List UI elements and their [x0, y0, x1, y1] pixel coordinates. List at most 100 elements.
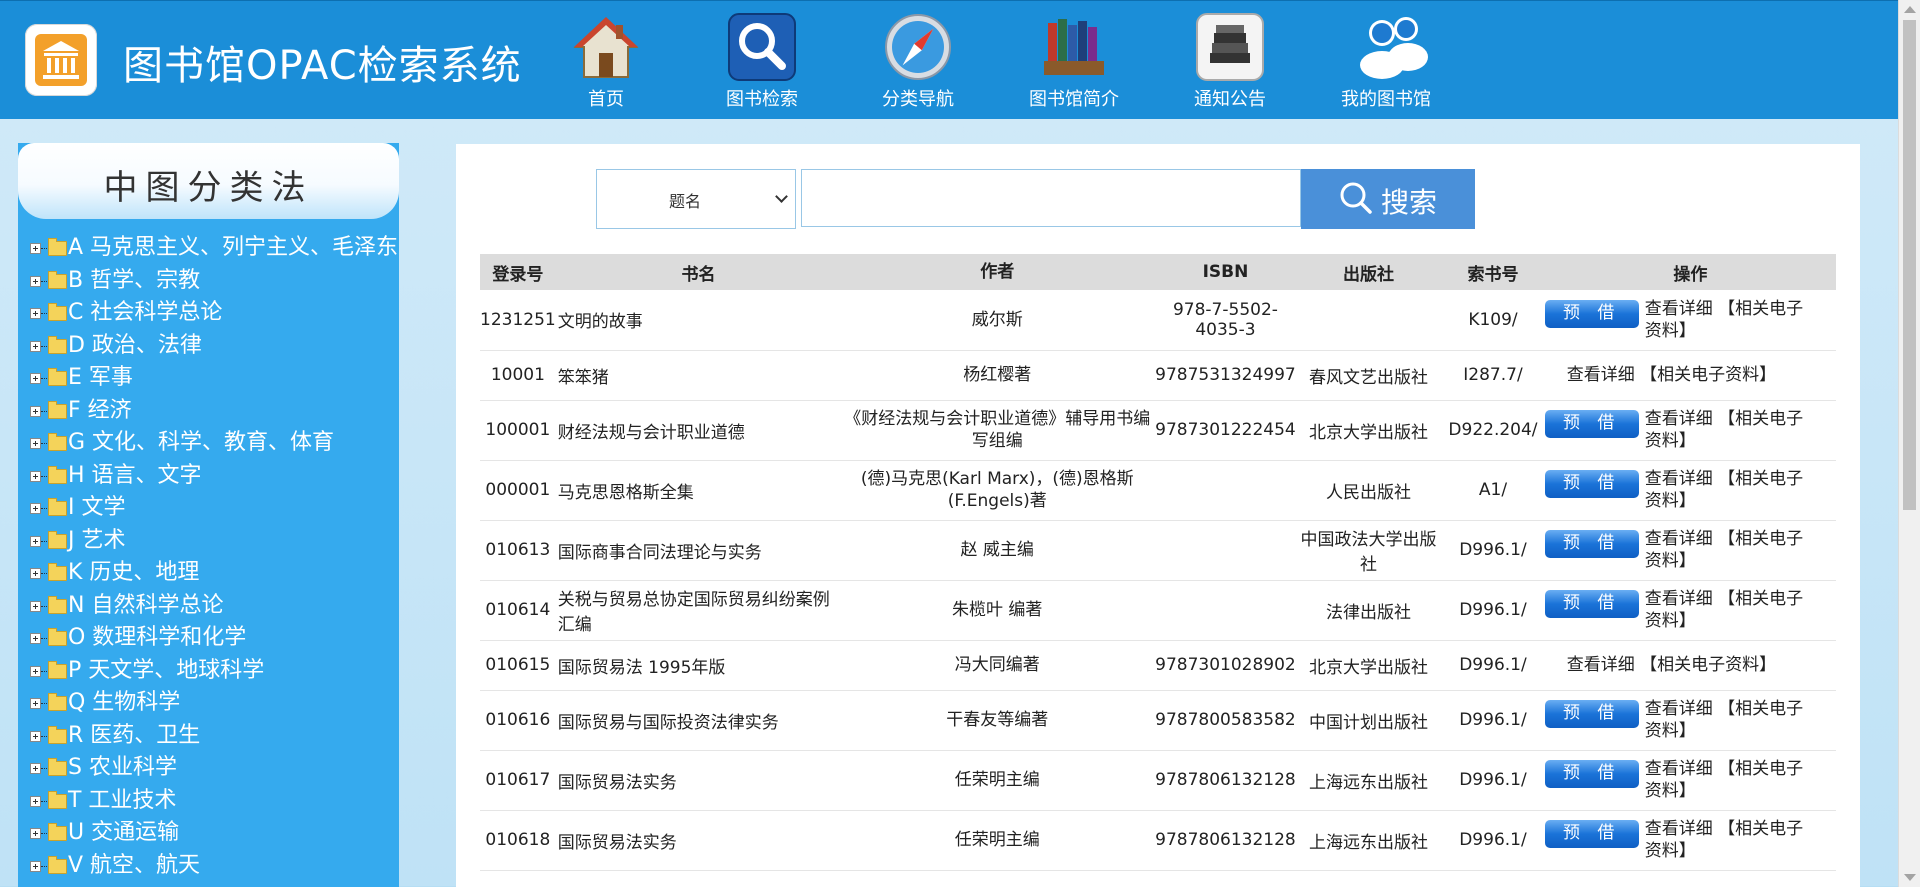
expand-plus-icon[interactable]	[30, 243, 41, 254]
category-item[interactable]: B 哲学、宗教	[30, 266, 399, 299]
table-row: 010615 国际贸易法 1995年版 冯大同编著 9787301028902 北京大学…	[480, 640, 1836, 691]
borrow-button[interactable]: 预 借	[1544, 820, 1639, 848]
borrow-button[interactable]: 预 借	[1544, 760, 1639, 788]
cell-actions: 查看详细 【相关电子资料】	[1544, 640, 1836, 691]
expand-plus-icon[interactable]	[30, 438, 41, 449]
borrow-button[interactable]: 预 借	[1544, 590, 1639, 618]
category-item[interactable]: U 交通运输	[30, 818, 399, 851]
expand-plus-icon[interactable]	[30, 795, 41, 807]
expand-plus-icon[interactable]	[30, 568, 41, 579]
detail-link[interactable]: 查看详细 【相关电子资料】	[1645, 408, 1815, 452]
expand-plus-icon[interactable]	[30, 535, 41, 547]
category-item[interactable]: P 天文学、地球科学	[30, 656, 399, 689]
cell-actions: 预 借查看详细 【相关电子资料】	[1544, 750, 1836, 811]
cell-author: 朱榄叶 编著	[839, 580, 1156, 641]
search-field-select[interactable]: 题名	[596, 169, 796, 229]
category-label: R 医药、卫生	[68, 722, 201, 748]
borrow-button[interactable]: 预 借	[1544, 410, 1639, 438]
cell-title[interactable]: 关税与贸易总协定国际贸易纠纷案例汇编	[555, 580, 840, 641]
page-scrollbar[interactable]	[1898, 0, 1920, 887]
expand-plus-icon[interactable]	[30, 503, 41, 514]
category-item[interactable]: O 数理科学和化学	[30, 623, 399, 656]
expand-plus-icon[interactable]	[30, 633, 41, 644]
scroll-thumb[interactable]	[1903, 20, 1916, 510]
category-item[interactable]: F 经济	[30, 396, 399, 429]
borrow-button[interactable]: 预 借	[1544, 299, 1639, 328]
expand-plus-icon[interactable]	[30, 730, 41, 742]
cell-title[interactable]: 国际贸易法实务	[555, 810, 840, 871]
category-item[interactable]: I 文学	[30, 493, 399, 526]
cell-title[interactable]: 财经法规与会计职业道德	[555, 400, 840, 461]
category-item[interactable]: G 文化、科学、教育、体育	[30, 428, 399, 461]
category-item[interactable]: D 政治、法律	[30, 331, 399, 364]
tree-connector	[41, 670, 47, 672]
table-row: 000001 马克思恩格斯全集 (德)马克思(Karl Marx)，(德)恩格斯(F…	[480, 460, 1836, 521]
nav-notice[interactable]: 通知公告	[1170, 13, 1290, 113]
col-header-title: 书名	[555, 254, 840, 290]
category-item[interactable]: J 艺术	[30, 526, 399, 559]
chevron-down-icon	[775, 190, 788, 203]
cell-isbn: 978-7-5502-4035-3	[1155, 290, 1296, 351]
search-button[interactable]: 搜索	[1301, 169, 1475, 229]
folder-icon	[48, 530, 67, 549]
cell-title[interactable]: 笨笨猪	[555, 350, 840, 401]
detail-link[interactable]: 查看详细 【相关电子资料】	[1645, 528, 1815, 572]
detail-link[interactable]: 查看详细 【相关电子资料】	[1567, 655, 1776, 675]
scroll-down-icon[interactable]	[1904, 874, 1916, 881]
expand-plus-icon[interactable]	[30, 373, 41, 384]
expand-plus-icon[interactable]	[30, 308, 41, 319]
cell-actions: 预 借查看详细 【相关电子资料】	[1544, 400, 1836, 461]
expand-plus-icon[interactable]	[30, 860, 41, 872]
detail-link[interactable]: 查看详细 【相关电子资料】	[1567, 365, 1776, 385]
category-item[interactable]: R 医药、卫生	[30, 721, 399, 754]
category-item[interactable]: A 马克思主义、列宁主义、毛泽东思想、邓小平理论	[30, 233, 399, 266]
expand-plus-icon[interactable]	[30, 698, 41, 709]
detail-link[interactable]: 查看详细 【相关电子资料】	[1645, 588, 1815, 632]
cell-title[interactable]: 国际贸易与国际投资法律实务	[555, 690, 840, 751]
expand-plus-icon[interactable]	[30, 763, 41, 774]
nav-book-search[interactable]: 图书检索	[702, 13, 822, 113]
table-header-row: 登录号 书名 作者 ISBN 出版社 索书号 操作	[480, 254, 1836, 290]
borrow-button[interactable]: 预 借	[1544, 700, 1639, 728]
cell-call-no: D996.1/	[1441, 810, 1545, 871]
nav-my-library[interactable]: 我的图书馆	[1326, 13, 1446, 113]
search-input[interactable]	[801, 169, 1301, 227]
detail-link[interactable]: 查看详细 【相关电子资料】	[1645, 818, 1815, 862]
nav-category[interactable]: 分类导航	[858, 13, 978, 113]
nav-library-intro[interactable]: 图书馆简介	[1014, 13, 1134, 113]
category-label: V 航空、航天	[68, 852, 201, 878]
borrow-button[interactable]: 预 借	[1544, 530, 1639, 558]
category-item[interactable]: H 语言、文字	[30, 461, 399, 494]
detail-link[interactable]: 查看详细 【相关电子资料】	[1645, 698, 1815, 742]
nav-home[interactable]: 首页	[546, 13, 666, 113]
cell-title[interactable]: 文明的故事	[555, 290, 840, 351]
borrow-button[interactable]: 预 借	[1544, 470, 1639, 498]
category-item[interactable]: E 军事	[30, 363, 399, 396]
category-item[interactable]: V 航空、航天	[30, 851, 399, 884]
expand-plus-icon[interactable]	[30, 470, 41, 482]
cell-isbn: 9787806132128	[1155, 810, 1296, 871]
cell-title[interactable]: 国际贸易法实务	[555, 750, 840, 811]
category-item[interactable]: Q 生物科学	[30, 688, 399, 721]
category-item[interactable]: T 工业技术	[30, 786, 399, 819]
expand-plus-icon[interactable]	[30, 340, 41, 352]
cell-title[interactable]: 马克思恩格斯全集	[555, 460, 840, 521]
expand-plus-icon[interactable]	[30, 600, 41, 612]
category-item[interactable]: N 自然科学总论	[30, 591, 399, 624]
folder-icon	[48, 400, 67, 419]
expand-plus-icon[interactable]	[30, 405, 41, 417]
detail-link[interactable]: 查看详细 【相关电子资料】	[1645, 758, 1815, 802]
detail-link[interactable]: 查看详细 【相关电子资料】	[1645, 298, 1815, 342]
category-item[interactable]: S 农业科学	[30, 753, 399, 786]
library-logo-icon[interactable]	[25, 24, 97, 96]
cell-title[interactable]: 国际贸易法 1995年版	[555, 640, 840, 691]
expand-plus-icon[interactable]	[30, 828, 41, 839]
cell-isbn: 9787301222454	[1155, 400, 1296, 461]
expand-plus-icon[interactable]	[30, 665, 41, 677]
expand-plus-icon[interactable]	[30, 275, 41, 287]
category-item[interactable]: K 历史、地理	[30, 558, 399, 591]
detail-link[interactable]: 查看详细 【相关电子资料】	[1645, 468, 1815, 512]
cell-title[interactable]: 国际商事合同法理论与实务	[555, 520, 840, 581]
category-item[interactable]: C 社会科学总论	[30, 298, 399, 331]
scroll-up-icon[interactable]	[1904, 6, 1916, 13]
